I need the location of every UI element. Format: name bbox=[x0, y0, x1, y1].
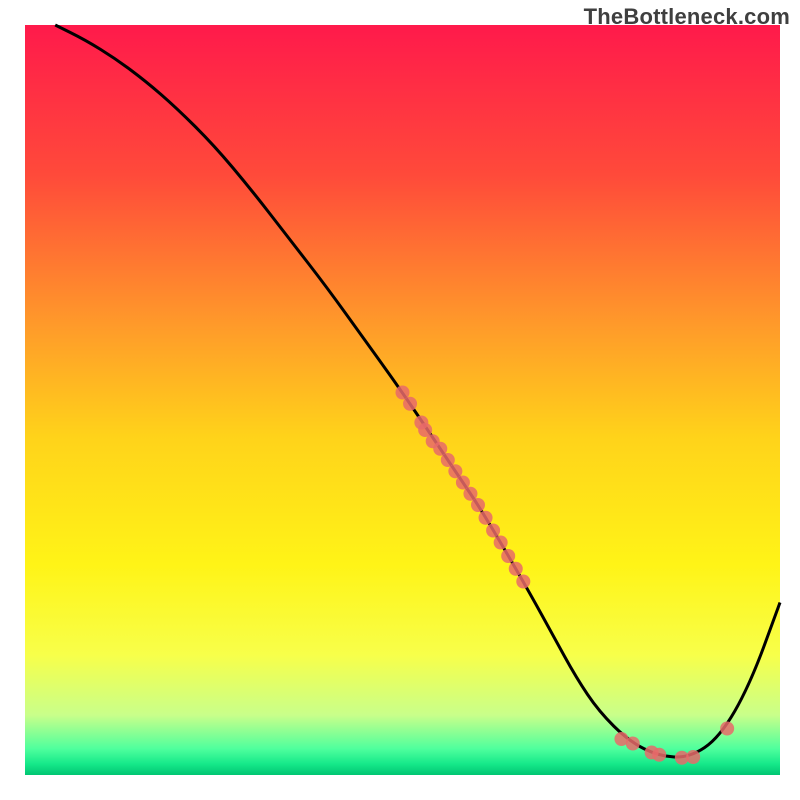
scatter-point bbox=[479, 511, 493, 525]
scatter-point bbox=[403, 397, 417, 411]
scatter-point bbox=[652, 748, 666, 762]
scatter-point bbox=[516, 575, 530, 589]
scatter-point bbox=[494, 536, 508, 550]
scatter-point bbox=[509, 562, 523, 576]
plot-background bbox=[25, 25, 780, 775]
scatter-point bbox=[686, 750, 700, 764]
watermark-text: TheBottleneck.com bbox=[584, 4, 790, 30]
scatter-point bbox=[486, 524, 500, 538]
scatter-point bbox=[501, 549, 515, 563]
bottleneck-chart-svg bbox=[0, 0, 800, 800]
scatter-point bbox=[626, 737, 640, 751]
chart-container: TheBottleneck.com bbox=[0, 0, 800, 800]
scatter-point bbox=[720, 722, 734, 736]
scatter-point bbox=[471, 498, 485, 512]
